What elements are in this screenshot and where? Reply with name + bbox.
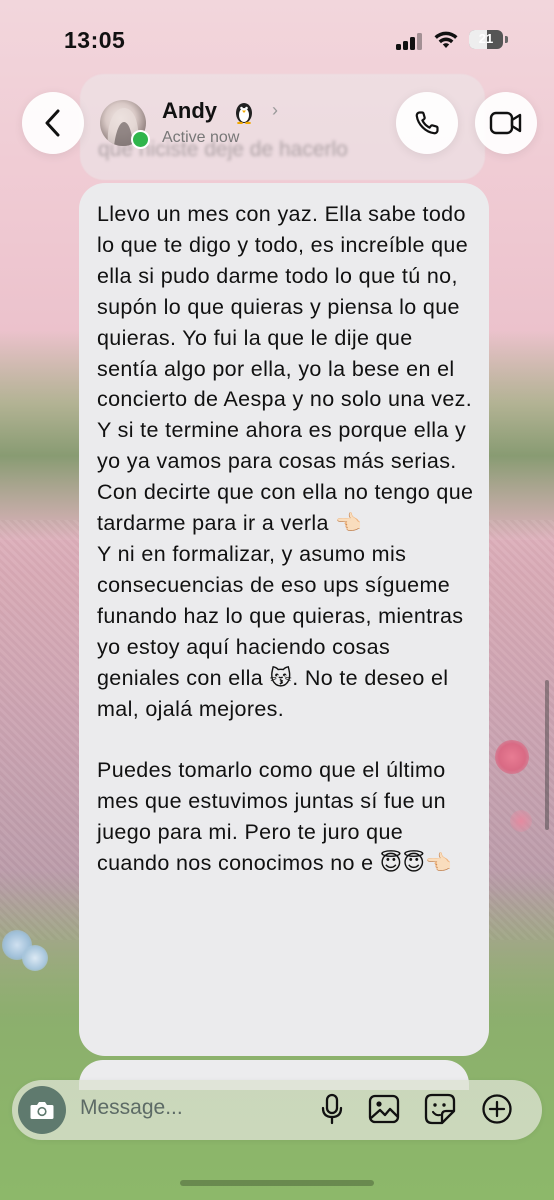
background-flower bbox=[22, 945, 48, 971]
back-arrow-icon bbox=[45, 109, 60, 137]
status-time: 13:05 bbox=[64, 27, 126, 53]
active-status: Active now bbox=[162, 129, 240, 146]
status-bar: 13:05 21 bbox=[0, 0, 554, 80]
battery-icon: 21 bbox=[469, 30, 503, 49]
battery-level: 21 bbox=[478, 31, 494, 46]
phone-icon bbox=[415, 111, 439, 135]
scrollbar[interactable] bbox=[545, 680, 549, 830]
microphone-icon[interactable] bbox=[316, 1093, 348, 1125]
video-call-button[interactable] bbox=[475, 92, 537, 154]
online-status-dot bbox=[131, 130, 150, 149]
video-camera-icon bbox=[489, 111, 522, 135]
sticker-icon[interactable] bbox=[424, 1093, 456, 1125]
back-button[interactable] bbox=[22, 92, 84, 154]
message-text: Llevo un mes con yaz. Ella sabe todo lo … bbox=[97, 202, 474, 876]
plus-icon[interactable] bbox=[481, 1093, 513, 1125]
signal-icon bbox=[396, 32, 424, 50]
penguin-emoji-icon bbox=[233, 100, 255, 125]
call-button[interactable] bbox=[396, 92, 458, 154]
camera-button[interactable] bbox=[18, 1086, 66, 1134]
camera-icon bbox=[30, 1102, 54, 1119]
contact-name[interactable]: Andy bbox=[162, 98, 217, 124]
message-input[interactable] bbox=[80, 1096, 300, 1120]
background-flower bbox=[495, 740, 529, 774]
gallery-icon[interactable] bbox=[368, 1093, 400, 1125]
chevron-right-icon[interactable]: › bbox=[272, 100, 278, 121]
background-flower bbox=[510, 810, 532, 832]
battery-tip bbox=[505, 36, 508, 43]
wifi-icon bbox=[433, 30, 459, 50]
home-indicator bbox=[180, 1180, 374, 1186]
